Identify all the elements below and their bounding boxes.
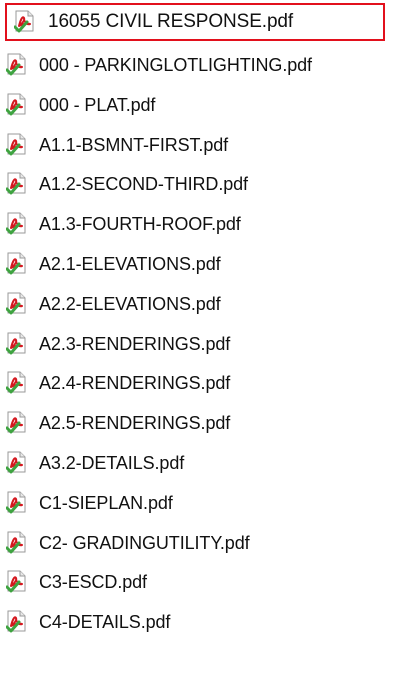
pdf-file-icon bbox=[13, 10, 40, 34]
file-list: 16055 CIVIL RESPONSE.pdf 000 - PARKINGLO… bbox=[0, 0, 409, 692]
file-row[interactable]: A3.2-DETAILS.pdf bbox=[0, 446, 380, 480]
file-row[interactable]: A2.5-RENDERINGS.pdf bbox=[0, 406, 380, 440]
pdf-file-icon bbox=[5, 491, 32, 515]
file-row[interactable]: 000 - PLAT.pdf bbox=[0, 88, 380, 122]
pdf-file-icon bbox=[5, 133, 32, 157]
file-row[interactable]: A2.1-ELEVATIONS.pdf bbox=[0, 247, 380, 281]
highlighted-file-row[interactable]: 16055 CIVIL RESPONSE.pdf bbox=[5, 3, 385, 41]
pdf-file-icon bbox=[5, 610, 32, 634]
file-row[interactable]: A2.3-RENDERINGS.pdf bbox=[0, 327, 380, 361]
pdf-file-icon bbox=[5, 93, 32, 117]
file-row[interactable]: C1-SIEPLAN.pdf bbox=[0, 486, 380, 520]
pdf-file-icon bbox=[5, 252, 32, 276]
file-name: A1.2-SECOND-THIRD.pdf bbox=[39, 174, 248, 195]
pdf-file-icon bbox=[5, 570, 32, 594]
pdf-file-icon bbox=[5, 212, 32, 236]
pdf-file-icon bbox=[5, 411, 32, 435]
file-name: A2.1-ELEVATIONS.pdf bbox=[39, 254, 221, 274]
pdf-file-icon bbox=[5, 371, 32, 395]
file-name: A2.4-RENDERINGS.pdf bbox=[39, 373, 231, 394]
file-name: 16055 CIVIL RESPONSE.pdf bbox=[48, 11, 294, 32]
file-row[interactable]: 000 - PARKINGLOTLIGHTING.pdf bbox=[0, 48, 380, 82]
file-row[interactable]: C2- GRADINGUTILITY.pdf bbox=[0, 526, 380, 560]
pdf-file-icon bbox=[5, 451, 32, 475]
file-name: C4-DETAILS.pdf bbox=[39, 612, 171, 633]
file-row[interactable]: A2.4-RENDERINGS.pdf bbox=[0, 366, 380, 400]
file-row[interactable]: A1.3-FOURTH-ROOF.pdf bbox=[0, 207, 380, 241]
file-row[interactable]: A1.1-BSMNT-FIRST.pdf bbox=[0, 128, 380, 162]
pdf-file-icon bbox=[5, 332, 32, 356]
file-name: A2.5-RENDERINGS.pdf bbox=[39, 413, 231, 434]
file-name: A1.3-FOURTH-ROOF.pdf bbox=[39, 214, 241, 235]
file-name: C3-ESCD.pdf bbox=[39, 572, 147, 593]
file-row[interactable]: A2.2-ELEVATIONS.pdf bbox=[0, 287, 380, 321]
file-row[interactable]: A1.2-SECOND-THIRD.pdf bbox=[0, 167, 380, 201]
pdf-file-icon bbox=[5, 53, 32, 77]
file-name: 000 - PLAT.pdf bbox=[39, 94, 156, 115]
file-name: C2- GRADINGUTILITY.pdf bbox=[39, 532, 250, 553]
file-name: A3.2-DETAILS.pdf bbox=[39, 453, 185, 473]
file-name: A2.3-RENDERINGS.pdf bbox=[39, 333, 231, 354]
file-name: C1-SIEPLAN.pdf bbox=[39, 492, 173, 513]
file-row[interactable]: C3-ESCD.pdf bbox=[0, 565, 380, 599]
pdf-file-icon bbox=[5, 172, 32, 196]
file-name: A2.2-ELEVATIONS.pdf bbox=[39, 293, 221, 314]
file-name: A1.1-BSMNT-FIRST.pdf bbox=[39, 134, 229, 155]
pdf-file-icon bbox=[5, 531, 32, 555]
file-row[interactable]: C4-DETAILS.pdf bbox=[0, 605, 380, 639]
file-name: 000 - PARKINGLOTLIGHTING.pdf bbox=[39, 55, 312, 75]
pdf-file-icon bbox=[5, 292, 32, 316]
